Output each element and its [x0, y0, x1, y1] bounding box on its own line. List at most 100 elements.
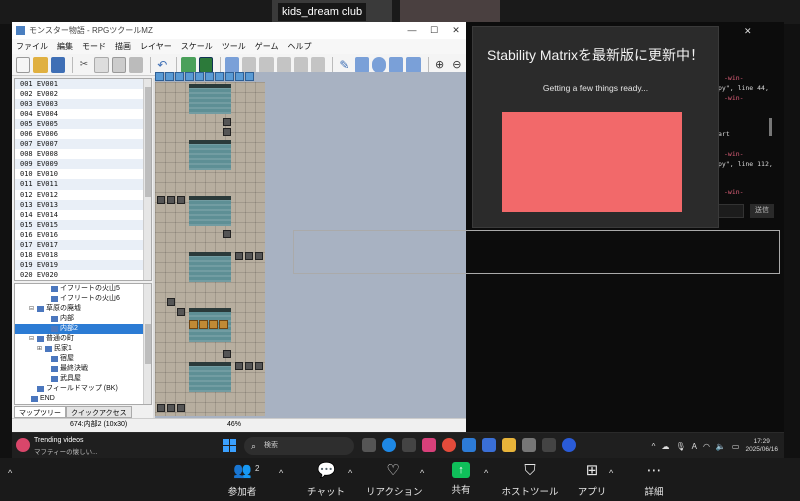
onedrive-icon[interactable]: ☁ [661, 442, 669, 451]
participant-video[interactable] [400, 0, 500, 22]
list-item[interactable]: 007 EV007 [15, 139, 151, 150]
list-item[interactable]: 001 EV001 [15, 79, 151, 90]
map-tree-item[interactable]: 武具屋 [15, 374, 151, 384]
list-item[interactable]: 010 EV010 [15, 169, 151, 179]
rectangle-icon[interactable] [354, 56, 369, 73]
mail-icon[interactable] [462, 438, 476, 452]
map-tree-item[interactable]: ⊞ 民家1 [15, 344, 151, 354]
map-tree-item[interactable]: 最終決戦 [15, 364, 151, 374]
terminal-icon[interactable] [542, 438, 556, 452]
undo-icon[interactable]: ↶ [155, 57, 169, 73]
save-icon[interactable] [50, 56, 65, 73]
scrollbar-thumb[interactable] [145, 324, 151, 364]
event-icon[interactable] [215, 72, 224, 81]
ime-indicator[interactable]: A [692, 442, 697, 451]
menu-edit[interactable]: 編集 [57, 41, 73, 52]
file-explorer-icon[interactable] [502, 438, 516, 452]
chevron-up-icon[interactable]: ^ [420, 468, 424, 478]
host-tools-button[interactable]: ⛉ ホストツール [501, 462, 559, 498]
zoom-icon[interactable] [562, 438, 576, 452]
zoom-out-icon[interactable]: ⊖ [450, 57, 464, 73]
scrollbar[interactable] [143, 79, 151, 280]
chevron-up-icon[interactable]: ^ [8, 468, 12, 478]
menu-draw[interactable]: 描画 [115, 41, 131, 52]
chrome-icon[interactable] [442, 438, 456, 452]
layer-1-icon[interactable] [224, 56, 240, 73]
layer-5-icon[interactable] [293, 56, 309, 73]
map-tree-item[interactable]: イフリートの火山6 [15, 294, 151, 304]
event-icon[interactable] [165, 72, 174, 81]
list-item[interactable]: 008 EV008 [15, 149, 151, 159]
list-item[interactable]: 014 EV014 [15, 210, 151, 220]
ellipse-icon[interactable] [371, 56, 387, 73]
menu-file[interactable]: ファイル [16, 41, 48, 52]
event-icon[interactable] [155, 72, 164, 81]
list-item[interactable]: 016 EV016 [15, 230, 151, 240]
map-tree-item[interactable]: 内部 [15, 314, 151, 324]
map-mode-icon[interactable] [181, 56, 196, 73]
battery-icon[interactable]: ▭ [732, 442, 740, 451]
maximize-button[interactable]: ☐ [423, 25, 445, 36]
map-tree-item[interactable]: ⊟ 草原の廃墟 [15, 304, 151, 314]
list-item[interactable]: 004 EV004 [15, 109, 151, 119]
list-item[interactable]: 018 EV018 [15, 250, 151, 260]
list-item[interactable]: 006 EV006 [15, 129, 151, 139]
close-button[interactable]: ✕ [445, 25, 467, 36]
event-icon[interactable] [205, 72, 214, 81]
pencil-icon[interactable]: ✎ [337, 57, 351, 73]
wifi-icon[interactable]: ◠ [703, 442, 710, 451]
menu-mode[interactable]: モード [82, 41, 106, 52]
tree-expander-icon[interactable]: ⊟ [29, 334, 35, 344]
chevron-up-icon[interactable]: ^ [609, 468, 613, 478]
event-mode-icon[interactable] [198, 56, 214, 73]
minimize-button[interactable]: — [401, 25, 423, 36]
menu-scale[interactable]: スケール [181, 41, 213, 52]
taskbar-search[interactable]: ⌕ 検索 [244, 437, 354, 455]
reactions-button[interactable]: ♡ リアクション [366, 462, 423, 498]
event-icon[interactable] [185, 72, 194, 81]
list-item[interactable]: 002 EV002 [15, 89, 151, 99]
start-button[interactable] [223, 439, 236, 452]
tab-map-tree[interactable]: マップツリー [14, 406, 66, 418]
layer-2-icon[interactable] [242, 56, 257, 73]
map-tree-item[interactable]: ⊟ 普通の町 [15, 334, 151, 344]
rpg-maker-icon[interactable] [522, 438, 536, 452]
terminal-close-icon[interactable]: ✕ [744, 26, 752, 37]
event-icon[interactable] [245, 72, 254, 81]
list-item[interactable]: 019 EV019 [15, 259, 151, 270]
map-tree-item[interactable]: フィールドマップ (BK) [15, 384, 151, 394]
event-icon[interactable] [235, 72, 244, 81]
shadow-pen-icon[interactable] [406, 56, 421, 73]
tree-expander-icon[interactable]: ⊞ [37, 344, 43, 354]
tree-expander-icon[interactable]: ⊟ [29, 304, 35, 314]
menu-tools[interactable]: ツール [222, 41, 246, 52]
chat-button[interactable]: 💬 チャット [306, 462, 346, 498]
terminal-scrollbar[interactable] [769, 118, 772, 136]
edge-icon[interactable] [382, 438, 396, 452]
list-item[interactable]: 003 EV003 [15, 99, 151, 110]
list-item[interactable]: 009 EV009 [15, 159, 151, 170]
event-icon[interactable] [175, 72, 184, 81]
menu-help[interactable]: ヘルプ [288, 41, 312, 52]
clock[interactable]: 17:29 2025/06/16 [745, 438, 778, 454]
list-item[interactable]: 005 EV005 [15, 119, 151, 130]
new-project-icon[interactable] [16, 56, 31, 73]
map-tree-item[interactable]: イフリートの火山5 [15, 284, 151, 294]
chevron-up-icon[interactable]: ^ [484, 468, 488, 478]
open-folder-icon[interactable] [33, 56, 48, 73]
delete-icon[interactable] [129, 56, 144, 73]
event-icon[interactable] [195, 72, 204, 81]
layer-3-icon[interactable] [259, 56, 274, 73]
tab-quick-access[interactable]: クイックアクセス [66, 406, 132, 418]
task-view-icon[interactable] [362, 438, 376, 452]
chevron-up-icon[interactable]: ^ [348, 468, 352, 478]
widgets-trending[interactable]: Trending videos マフティーの懐しい... [16, 436, 126, 456]
game-app-icon[interactable] [402, 438, 416, 452]
apps-button[interactable]: ⊞ アプリ [574, 462, 610, 498]
fill-icon[interactable] [389, 56, 404, 73]
list-item[interactable]: 015 EV015 [15, 219, 151, 230]
copy-icon[interactable] [94, 56, 109, 73]
zoom-in-icon[interactable]: ⊕ [432, 57, 446, 73]
paste-icon[interactable] [111, 56, 127, 73]
map-tree-item[interactable]: END [15, 394, 151, 404]
